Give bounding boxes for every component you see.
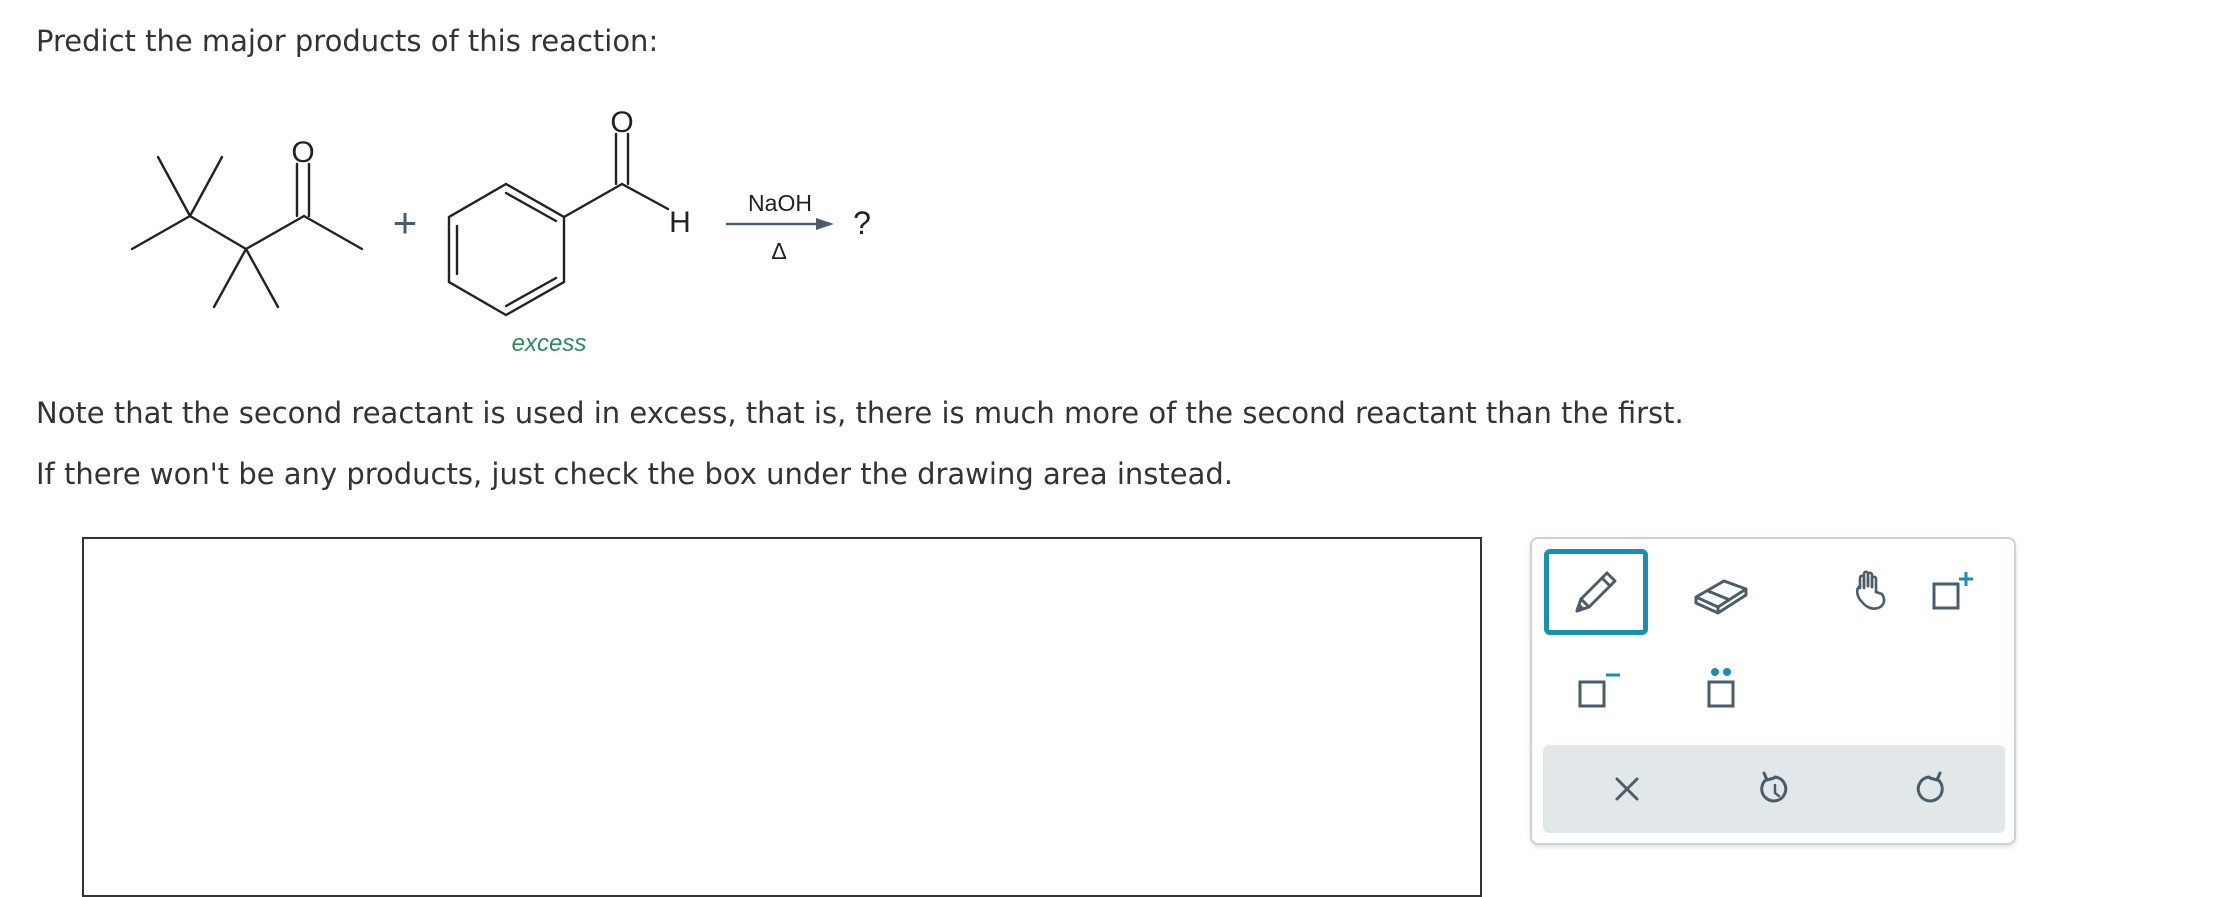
drawing-toolbox xyxy=(1530,537,2016,845)
reactant-1-structure xyxy=(130,155,364,309)
reaction-scheme: O + O H excess NaOH Δ ? xyxy=(130,106,871,357)
eraser-icon xyxy=(1694,579,1748,615)
reagent-naoh: NaOH xyxy=(748,190,812,216)
lone-pair-icon xyxy=(1707,668,1735,708)
undo-button[interactable] xyxy=(1745,759,1805,819)
undo-icon xyxy=(1760,771,1788,803)
hand-icon xyxy=(1855,570,1886,610)
redo-button[interactable] xyxy=(1899,759,1959,819)
close-icon xyxy=(1615,777,1639,801)
excess-label: excess xyxy=(512,330,587,357)
plus-sign: + xyxy=(393,199,418,246)
reactant-2-structure xyxy=(447,132,670,317)
product-unknown: ? xyxy=(853,205,871,241)
redo-icon xyxy=(1916,771,1944,803)
reactant-2-oxygen: O xyxy=(610,106,633,139)
square-minus-icon xyxy=(1578,673,1620,708)
drawing-canvas[interactable] xyxy=(82,537,1482,897)
reactant-1-oxygen: O xyxy=(291,136,314,169)
reactant-2-hydrogen: H xyxy=(669,206,691,239)
eraser-tool-button[interactable] xyxy=(1669,549,1773,635)
clear-button[interactable] xyxy=(1597,759,1657,819)
pencil-icon xyxy=(1575,571,1617,613)
note-excess: Note that the second reactant is used in… xyxy=(36,396,1684,430)
reaction-arrow xyxy=(726,218,834,230)
pencil-tool-button[interactable] xyxy=(1544,549,1648,635)
note-no-products: If there won't be any products, just che… xyxy=(36,457,1234,491)
reagent-heat: Δ xyxy=(771,238,786,264)
add-negative-charge-button[interactable] xyxy=(1544,647,1648,733)
action-bar xyxy=(1543,745,2005,833)
add-positive-charge-button[interactable] xyxy=(1902,549,2006,635)
square-plus-icon xyxy=(1932,572,1973,610)
add-lone-pair-button[interactable] xyxy=(1669,647,1773,733)
